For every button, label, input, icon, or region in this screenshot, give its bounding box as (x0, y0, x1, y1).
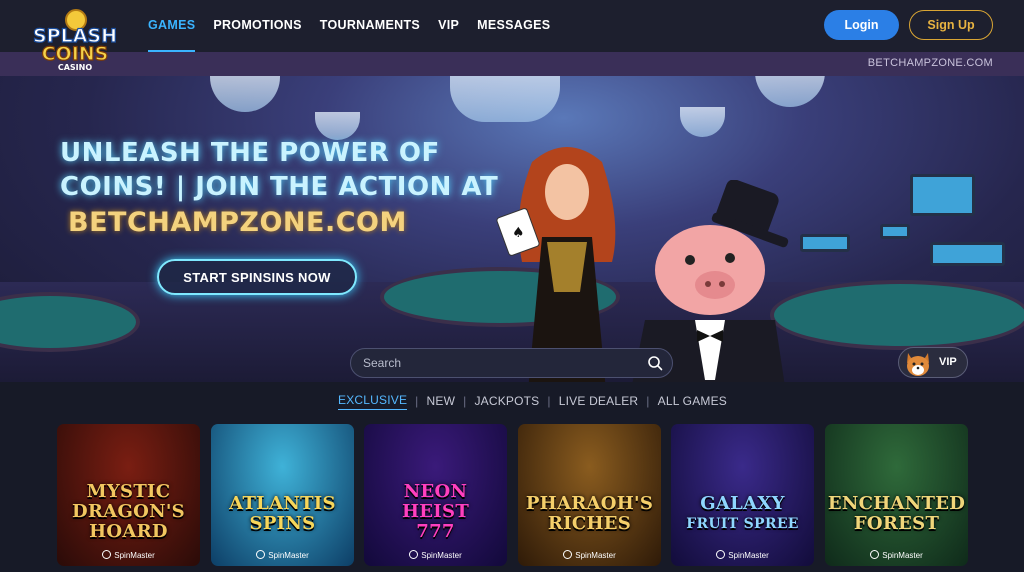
nav-games[interactable]: GAMES (148, 0, 196, 52)
game-card-title: MYSTIC (86, 481, 171, 502)
slot-screen (800, 234, 850, 252)
game-provider-label: SpinMaster (211, 550, 354, 560)
slot-screen (880, 224, 910, 239)
hero-headline-line2: COINS! | JOIN THE ACTION AT (60, 172, 499, 202)
tab-divider: | (415, 394, 419, 408)
provider-logo-icon (563, 550, 573, 559)
game-card-title: 777 (416, 521, 455, 542)
vip-label: VIP (939, 356, 957, 368)
svg-text:CASINO: CASINO (58, 63, 92, 72)
game-card-title: FRUIT SPREE (686, 516, 799, 532)
hero-headline-line1: UNLEASH THE POWER OF (60, 138, 440, 168)
game-provider-label: SpinMaster (825, 550, 968, 560)
search-icon[interactable] (647, 355, 663, 371)
svg-text:COINS: COINS (42, 43, 109, 65)
chandelier-icon (210, 72, 280, 112)
tab-live-dealer[interactable]: LIVE DEALER (559, 394, 639, 408)
domain-label: BETCHAMPZONE.COM (867, 57, 993, 69)
game-category-tabs: EXCLUSIVE | NEW | JACKPOTS | LIVE DEALER… (338, 392, 727, 410)
nav-messages[interactable]: MESSAGES (477, 0, 550, 52)
tab-all-games[interactable]: ALL GAMES (658, 394, 727, 408)
game-card-title: ENCHANTED (827, 493, 966, 514)
game-card[interactable]: MYSTIC DRAGON'S HOARD SpinMaster (57, 424, 200, 566)
login-button[interactable]: Login (824, 10, 899, 40)
game-card-title: FOREST (853, 513, 940, 534)
game-card[interactable]: PHARAOH'S RICHES SpinMaster (518, 424, 661, 566)
tab-divider: | (646, 394, 650, 408)
hero-headline: UNLEASH THE POWER OF COINS! | JOIN THE A… (60, 136, 498, 242)
game-card-title: PHARAOH'S (525, 493, 654, 514)
game-card-title: HEIST (401, 501, 470, 522)
game-card[interactable]: GALAXY FRUIT SPREE SpinMaster (671, 424, 814, 566)
top-navigation-bar: SPLASH COINS CASINO GAMES PROMOTIONS TOU… (0, 0, 1024, 72)
corgi-avatar-icon (907, 353, 929, 376)
svg-text:♠: ♠ (512, 225, 525, 241)
tab-new[interactable]: NEW (427, 394, 456, 408)
provider-logo-icon (102, 550, 112, 559)
game-search-bar (350, 348, 673, 378)
game-card-title: RICHES (547, 513, 632, 534)
hero-banner: ♠ UNLEASH THE POWER OF COINS! | JOIN THE… (0, 52, 1024, 382)
nav-tournaments[interactable]: TOURNAMENTS (320, 0, 420, 52)
game-provider-label: SpinMaster (364, 550, 507, 560)
game-provider-label: SpinMaster (57, 550, 200, 560)
search-input[interactable] (363, 349, 633, 377)
game-card-title: HOARD (89, 521, 168, 542)
tab-divider: | (547, 394, 551, 408)
game-card-title: SPINS (249, 513, 316, 534)
game-card[interactable]: NEON HEIST 777 SpinMaster (364, 424, 507, 566)
provider-logo-icon (409, 550, 419, 559)
main-nav: GAMES PROMOTIONS TOURNAMENTS VIP MESSAGE… (148, 0, 568, 52)
game-provider-label: SpinMaster (518, 550, 661, 560)
casino-table (770, 280, 1024, 350)
game-provider-label: SpinMaster (671, 550, 814, 560)
chandelier-icon (680, 107, 725, 137)
page: ♠ UNLEASH THE POWER OF COINS! | JOIN THE… (0, 0, 1024, 572)
domain-bar: BETCHAMPZONE.COM (0, 52, 1024, 76)
game-card-title: ATLANTIS (229, 493, 336, 514)
hero-headline-domain: BETCHAMPZONE.COM (68, 207, 407, 238)
slot-screen (930, 242, 1005, 266)
slot-screen (910, 174, 975, 216)
game-card[interactable]: ATLANTIS SPINS SpinMaster (211, 424, 354, 566)
tab-exclusive[interactable]: EXCLUSIVE (338, 393, 408, 410)
signup-button[interactable]: Sign Up (909, 10, 993, 40)
game-card-title: GALAXY (700, 493, 785, 514)
vip-button[interactable]: VIP (898, 347, 968, 378)
tab-jackpots[interactable]: JACKPOTS (474, 394, 539, 408)
game-grid: MYSTIC DRAGON'S HOARD SpinMaster ATLANTIS SPI… (57, 424, 969, 566)
start-spinning-button[interactable]: START SPINSINS NOW (157, 259, 357, 295)
game-card[interactable]: ENCHANTED FOREST SpinMaster (825, 424, 968, 566)
splash-coins-logo[interactable]: SPLASH COINS CASINO (26, 4, 124, 72)
provider-logo-icon (256, 550, 266, 559)
game-card-title: DRAGON'S (72, 501, 185, 522)
nav-promotions[interactable]: PROMOTIONS (213, 0, 301, 52)
nav-vip[interactable]: VIP (438, 0, 459, 52)
provider-logo-icon (716, 550, 726, 559)
tab-divider: | (463, 394, 467, 408)
game-card-title: NEON (403, 481, 468, 502)
provider-logo-icon (870, 550, 880, 559)
